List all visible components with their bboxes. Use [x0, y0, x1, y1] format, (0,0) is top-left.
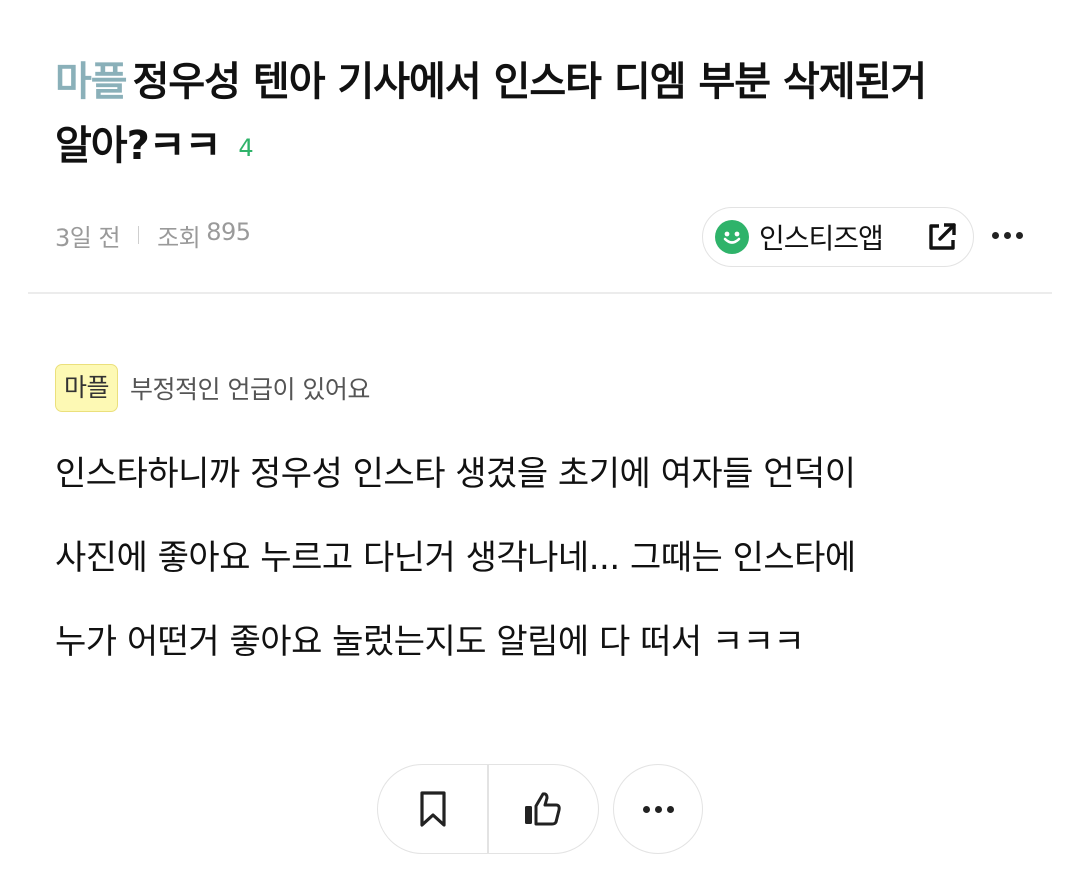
views-number: 895	[206, 217, 251, 246]
more-actions-button[interactable]	[613, 764, 703, 854]
title-line-2: 알아?ㅋㅋ 4	[55, 114, 1045, 180]
more-icon	[654, 805, 662, 813]
open-app-label: 인스티즈앱	[759, 222, 884, 255]
external-link-icon	[925, 220, 959, 254]
more-options-button[interactable]	[987, 220, 1027, 250]
title-line-1: 마플 정우성 텐아 기사에서 인스타 디엠 부분 삭제된거	[55, 50, 1045, 114]
header-divider	[28, 292, 1052, 294]
category-label[interactable]: 마플	[55, 59, 128, 105]
body-line: 누가 어떤거 좋아요 눌렀는지도 알림에 다 떠서 ㅋㅋㅋ	[55, 622, 805, 662]
thumbs-up-icon	[525, 792, 562, 826]
views-label: 조회	[157, 223, 201, 252]
more-icon	[1015, 231, 1023, 239]
title-text-1: 정우성 텐아 기사에서 인스타 디엠 부분 삭제된거	[132, 59, 928, 105]
smile-icon	[715, 220, 749, 254]
title-text-2: 알아?ㅋㅋ	[55, 123, 221, 169]
post-meta: 3일 전 조회 895	[55, 216, 251, 254]
warning-text: 부정적인 언급이 있어요	[130, 375, 370, 404]
body-line: 인스타하니까 정우성 인스타 생겼을 초기에 여자들 언덕이	[55, 454, 856, 494]
content-warning: 마플 부정적인 언급이 있어요	[55, 364, 370, 412]
bookmark-button[interactable]	[378, 765, 487, 853]
post-time: 3일 전	[55, 223, 121, 252]
warning-badge: 마플	[55, 364, 119, 412]
post-title: 마플 정우성 텐아 기사에서 인스타 디엠 부분 삭제된거 알아?ㅋㅋ 4	[55, 50, 1045, 180]
bookmark-icon	[420, 791, 446, 827]
comment-count[interactable]: 4	[238, 134, 253, 162]
more-icon	[1003, 231, 1011, 239]
post-body: 인스타하니까 정우성 인스타 생겼을 초기에 여자들 언덕이 사진에 좋아요 누…	[55, 432, 1045, 684]
open-app-button[interactable]: 인스티즈앱	[702, 207, 974, 267]
view-count: 조회 895	[157, 217, 251, 253]
meta-divider	[138, 226, 140, 244]
more-icon	[642, 805, 650, 813]
more-icon	[666, 805, 674, 813]
body-line: 사진에 좋아요 누르고 다닌거 생각나네... 그때는 인스타에	[55, 538, 856, 578]
post-actions	[377, 763, 703, 855]
bookmark-like-group	[377, 764, 599, 854]
more-icon	[991, 231, 999, 239]
like-button[interactable]	[489, 765, 598, 853]
